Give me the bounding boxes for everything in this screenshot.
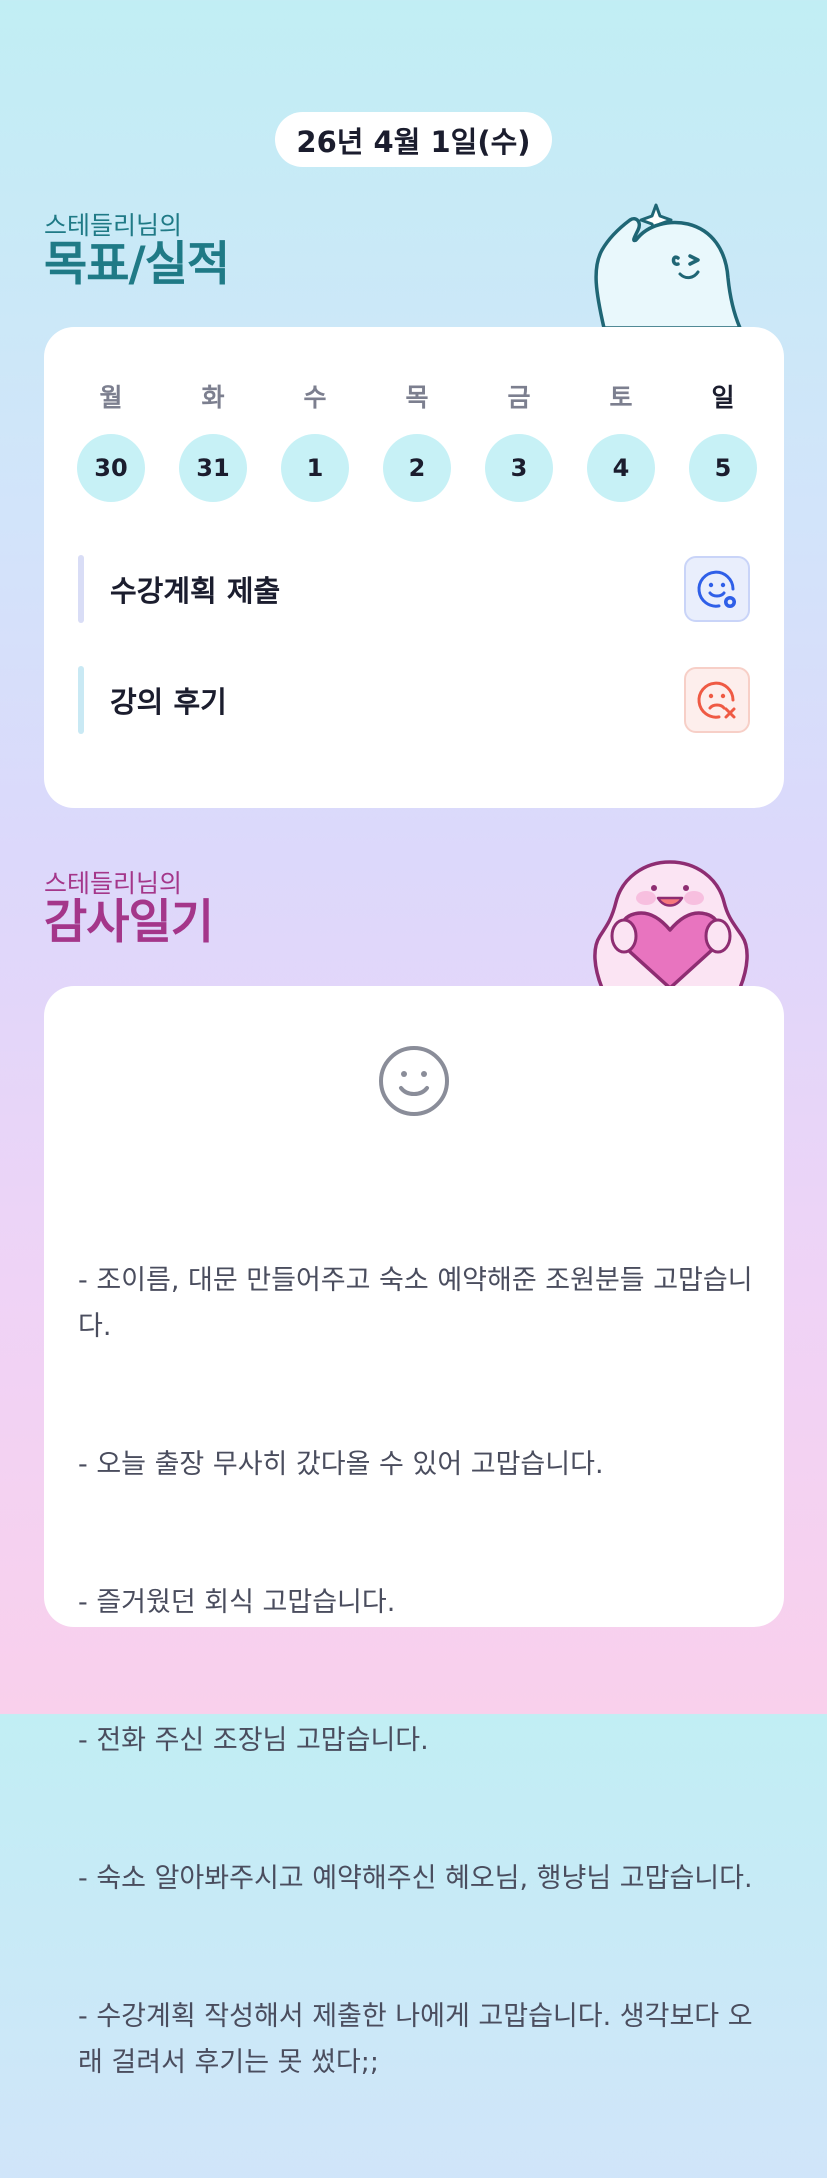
goals-heading: 스테들리님의 목표/실적 — [44, 211, 230, 292]
day-label: 월 — [99, 383, 123, 412]
date-pill[interactable]: 26년 4월 1일(수) — [275, 112, 552, 167]
day-thu[interactable]: 목 2 — [383, 382, 451, 502]
day-tue[interactable]: 화 31 — [179, 382, 247, 502]
day-date[interactable]: 30 — [77, 434, 145, 502]
goals-card: 월 30 화 31 수 1 목 2 금 3 토 4 일 5 수강계획 제출 강의… — [44, 327, 784, 808]
day-date[interactable]: 31 — [179, 434, 247, 502]
day-label: 토 — [609, 383, 633, 412]
task-accent-bar — [78, 666, 84, 734]
week-strip: 월 30 화 31 수 1 목 2 금 3 토 4 일 5 — [77, 382, 757, 502]
task-item[interactable]: 수강계획 제출 — [78, 555, 750, 623]
goals-heading-sub: 스테들리님의 — [44, 211, 183, 240]
day-fri[interactable]: 금 3 — [485, 382, 553, 502]
smile-check-icon — [697, 570, 736, 608]
diary-entry: - 전화 주신 조장님 고맙습니다. — [78, 1725, 429, 1756]
diary-entry: - 오늘 출장 무사히 갔다올 수 있어 고맙습니다. — [78, 1449, 604, 1480]
diary-entry: - 수강계획 작성해서 제출한 나에게 고맙습니다. 생각보다 오래 걸려서 후… — [78, 2001, 753, 2078]
gratitude-heading-main: 감사일기 — [44, 895, 214, 950]
sad-x-icon — [697, 681, 736, 719]
sparkle-ghost-mascot-icon — [594, 203, 742, 328]
heart-ghost-mascot-icon — [593, 860, 749, 988]
task-label: 강의 후기 — [110, 685, 227, 719]
diary-entry: - 즐거웠던 회식 고맙습니다. — [78, 1587, 396, 1618]
day-label: 금 — [507, 383, 531, 412]
task-status-button[interactable] — [684, 667, 750, 733]
diary-entry: - 조이름, 대문 만들어주고 숙소 예약해준 조원분들 고맙습니다. — [78, 1265, 753, 1342]
day-mon[interactable]: 월 30 — [77, 382, 145, 502]
goals-heading-main: 목표/실적 — [44, 237, 230, 292]
gratitude-card: - 조이름, 대문 만들어주고 숙소 예약해준 조원분들 고맙습니다. - 오늘… — [44, 986, 784, 2078]
day-sun[interactable]: 일 5 — [689, 382, 757, 502]
gratitude-diary-text: - 조이름, 대문 만들어주고 숙소 예약해준 조원분들 고맙습니다. - 오늘… — [78, 1166, 758, 2178]
diary-entry: - 숙소 알아봐주시고 예약해주신 혜오님, 행냥님 고맙습니다. — [78, 1863, 753, 1894]
day-date[interactable]: 2 — [383, 434, 451, 502]
day-label: 일 — [711, 383, 735, 412]
day-date[interactable]: 3 — [485, 434, 553, 502]
day-wed[interactable]: 수 1 — [281, 382, 349, 502]
day-sat[interactable]: 토 4 — [587, 382, 655, 502]
task-status-button[interactable] — [684, 556, 750, 622]
day-label: 수 — [303, 383, 327, 412]
gratitude-heading: 스테들리님의 감사일기 — [44, 869, 214, 950]
task-accent-bar — [78, 555, 84, 623]
day-label: 목 — [405, 383, 429, 412]
day-label: 화 — [201, 383, 225, 412]
task-item[interactable]: 강의 후기 — [78, 666, 750, 734]
day-date[interactable]: 1 — [281, 434, 349, 502]
smile-face-icon[interactable] — [377, 1044, 451, 1118]
task-label: 수강계획 제출 — [110, 574, 281, 608]
day-date[interactable]: 5 — [689, 434, 757, 502]
day-date[interactable]: 4 — [587, 434, 655, 502]
gratitude-heading-sub: 스테들리님의 — [44, 869, 183, 898]
